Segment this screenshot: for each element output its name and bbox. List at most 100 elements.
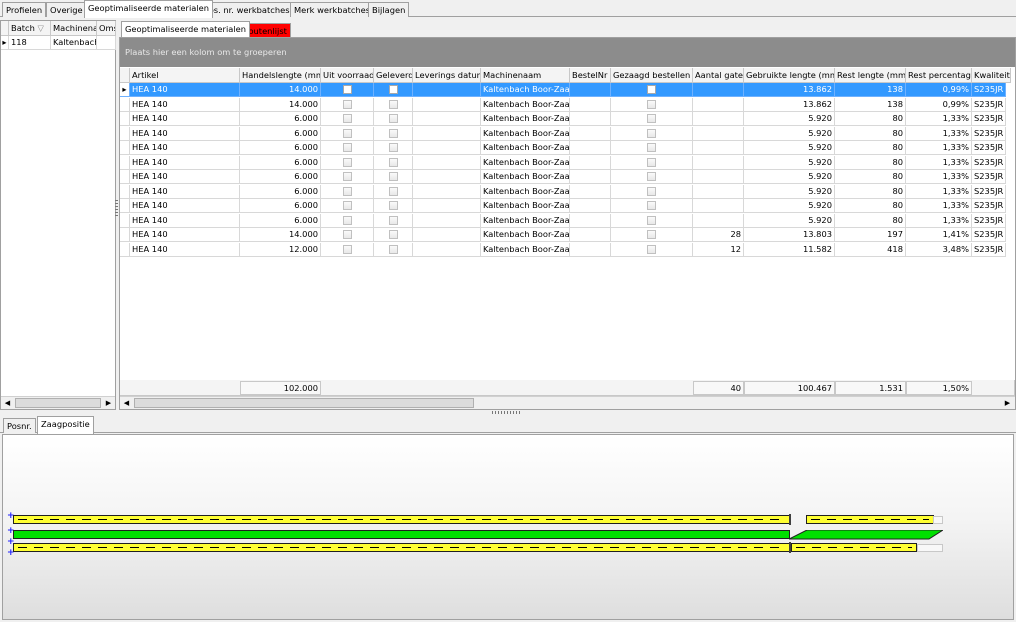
cell-geleverd[interactable] (374, 112, 413, 126)
checkbox[interactable] (342, 229, 352, 239)
cell-handelslengte[interactable]: 6.000 (240, 156, 321, 170)
cell-handelslengte[interactable]: 6.000 (240, 214, 321, 228)
cell-aantal-gaten[interactable] (693, 185, 744, 199)
cell-rest-percentage[interactable]: 0,99% (906, 98, 972, 112)
checkbox[interactable] (388, 200, 398, 210)
tab-inner-geoptimaliseerde-materialen[interactable]: Geoptimaliseerde materialen (121, 21, 251, 37)
checkbox[interactable] (342, 200, 352, 210)
cell-gebruikte-lengte[interactable]: 5.920 (744, 170, 835, 184)
column-header-uit-voorraad[interactable]: Uit voorraad (321, 68, 374, 83)
checkbox[interactable] (342, 186, 352, 196)
cell-gezaagd-bestellen[interactable] (611, 185, 693, 199)
cell-kwaliteit[interactable]: S235JR (972, 141, 1007, 155)
cell-artikel[interactable]: HEA 140 (130, 185, 240, 199)
cell-machinenaam[interactable]: Kaltenbach (51, 36, 97, 50)
cell-bestelnr[interactable] (570, 141, 611, 155)
row-indicator[interactable] (120, 214, 130, 228)
cell-uit-voorraad[interactable] (321, 199, 374, 213)
cell-kwaliteit[interactable]: S235JR (972, 112, 1007, 126)
cell-kwaliteit[interactable]: S235JR (972, 185, 1007, 199)
cell-bestelnr[interactable] (570, 243, 611, 257)
cell-bestelnr[interactable] (570, 185, 611, 199)
column-header-rest-lengte[interactable]: Rest lengte (mm) (835, 68, 906, 83)
cell-aantal-gaten[interactable] (693, 83, 744, 97)
tab-profielen[interactable]: Profielen (2, 2, 47, 17)
cell-machinenaam[interactable]: Kaltenbach Boor-Zaag (481, 112, 570, 126)
cell-artikel[interactable]: HEA 140 (130, 170, 240, 184)
tab-zaagpositie[interactable]: Zaagpositie (37, 416, 94, 434)
cell-kwaliteit[interactable]: S235JR (972, 214, 1007, 228)
tab-geoptimaliseerde-materialen[interactable]: Geoptimaliseerde materialen (84, 0, 214, 18)
cell-handelslengte[interactable]: 6.000 (240, 185, 321, 199)
row-indicator[interactable] (120, 141, 130, 155)
cell-uit-voorraad[interactable] (321, 243, 374, 257)
group-by-panel[interactable]: Plaats hier een kolom om te groeperen (120, 38, 1015, 67)
cell-leverings-datum[interactable] (413, 170, 481, 184)
cell-handelslengte[interactable]: 14.000 (240, 83, 321, 97)
cell-gebruikte-lengte[interactable]: 13.803 (744, 228, 835, 242)
cell-geleverd[interactable] (374, 214, 413, 228)
checkbox[interactable] (388, 157, 398, 167)
cell-oms[interactable] (97, 36, 116, 50)
cell-uit-voorraad[interactable] (321, 185, 374, 199)
cell-uit-voorraad[interactable] (321, 156, 374, 170)
cell-uit-voorraad[interactable] (321, 83, 374, 97)
bar-segment[interactable] (806, 515, 934, 524)
cell-leverings-datum[interactable] (413, 127, 481, 141)
cell-leverings-datum[interactable] (413, 243, 481, 257)
checkbox[interactable] (342, 99, 352, 109)
cell-machinenaam[interactable]: Kaltenbach Boor-Zaag (481, 141, 570, 155)
cell-leverings-datum[interactable] (413, 156, 481, 170)
cell-uit-voorraad[interactable] (321, 127, 374, 141)
cell-kwaliteit[interactable]: S235JR (972, 156, 1007, 170)
cell-uit-voorraad[interactable] (321, 112, 374, 126)
bar-segment[interactable] (791, 543, 917, 552)
bar-segment[interactable] (13, 515, 790, 524)
checkbox[interactable] (647, 244, 656, 254)
cell-gebruikte-lengte[interactable]: 5.920 (744, 127, 835, 141)
row-indicator[interactable] (120, 199, 130, 213)
cell-bestelnr[interactable] (570, 170, 611, 184)
cell-handelslengte[interactable]: 6.000 (240, 170, 321, 184)
checkbox[interactable] (647, 142, 656, 152)
checkbox[interactable] (647, 84, 656, 94)
cell-machinenaam[interactable]: Kaltenbach Boor-Zaag (481, 214, 570, 228)
cell-leverings-datum[interactable] (413, 228, 481, 242)
cell-uit-voorraad[interactable] (321, 214, 374, 228)
cell-machinenaam[interactable]: Kaltenbach Boor-Zaag (481, 228, 570, 242)
checkbox[interactable] (388, 229, 398, 239)
cell-rest-lengte[interactable]: 80 (835, 112, 906, 126)
column-header-geleverd[interactable]: Geleverd (374, 68, 413, 83)
checkbox[interactable] (342, 244, 352, 254)
cell-rest-percentage[interactable]: 3,48% (906, 243, 972, 257)
checkbox[interactable] (342, 171, 352, 181)
saw-position-canvas[interactable]: + + + + (2, 434, 1014, 620)
column-header-machinenaam[interactable]: Machinena (51, 21, 97, 36)
cell-geleverd[interactable] (374, 141, 413, 155)
cell-batch[interactable]: 118 (9, 36, 51, 50)
cell-gezaagd-bestellen[interactable] (611, 243, 693, 257)
cell-rest-lengte[interactable]: 80 (835, 141, 906, 155)
cell-geleverd[interactable] (374, 83, 413, 97)
cell-rest-percentage[interactable]: 1,33% (906, 112, 972, 126)
cell-gezaagd-bestellen[interactable] (611, 156, 693, 170)
cell-gebruikte-lengte[interactable]: 5.920 (744, 112, 835, 126)
cell-rest-lengte[interactable]: 80 (835, 170, 906, 184)
cell-gezaagd-bestellen[interactable] (611, 214, 693, 228)
checkbox[interactable] (647, 128, 656, 138)
cell-artikel[interactable]: HEA 140 (130, 141, 240, 155)
cell-geleverd[interactable] (374, 170, 413, 184)
scroll-thumb[interactable] (134, 398, 474, 408)
checkbox[interactable] (342, 157, 352, 167)
cell-handelslengte[interactable]: 6.000 (240, 112, 321, 126)
cell-bestelnr[interactable] (570, 127, 611, 141)
cell-artikel[interactable]: HEA 140 (130, 243, 240, 257)
arrow-left-icon[interactable]: ◀ (120, 397, 133, 409)
checkbox[interactable] (388, 171, 398, 181)
checkbox[interactable] (647, 229, 656, 239)
cell-handelslengte[interactable]: 14.000 (240, 98, 321, 112)
cell-rest-lengte[interactable]: 197 (835, 228, 906, 242)
cell-gebruikte-lengte[interactable]: 13.862 (744, 83, 835, 97)
cell-uit-voorraad[interactable] (321, 141, 374, 155)
cell-bestelnr[interactable] (570, 112, 611, 126)
